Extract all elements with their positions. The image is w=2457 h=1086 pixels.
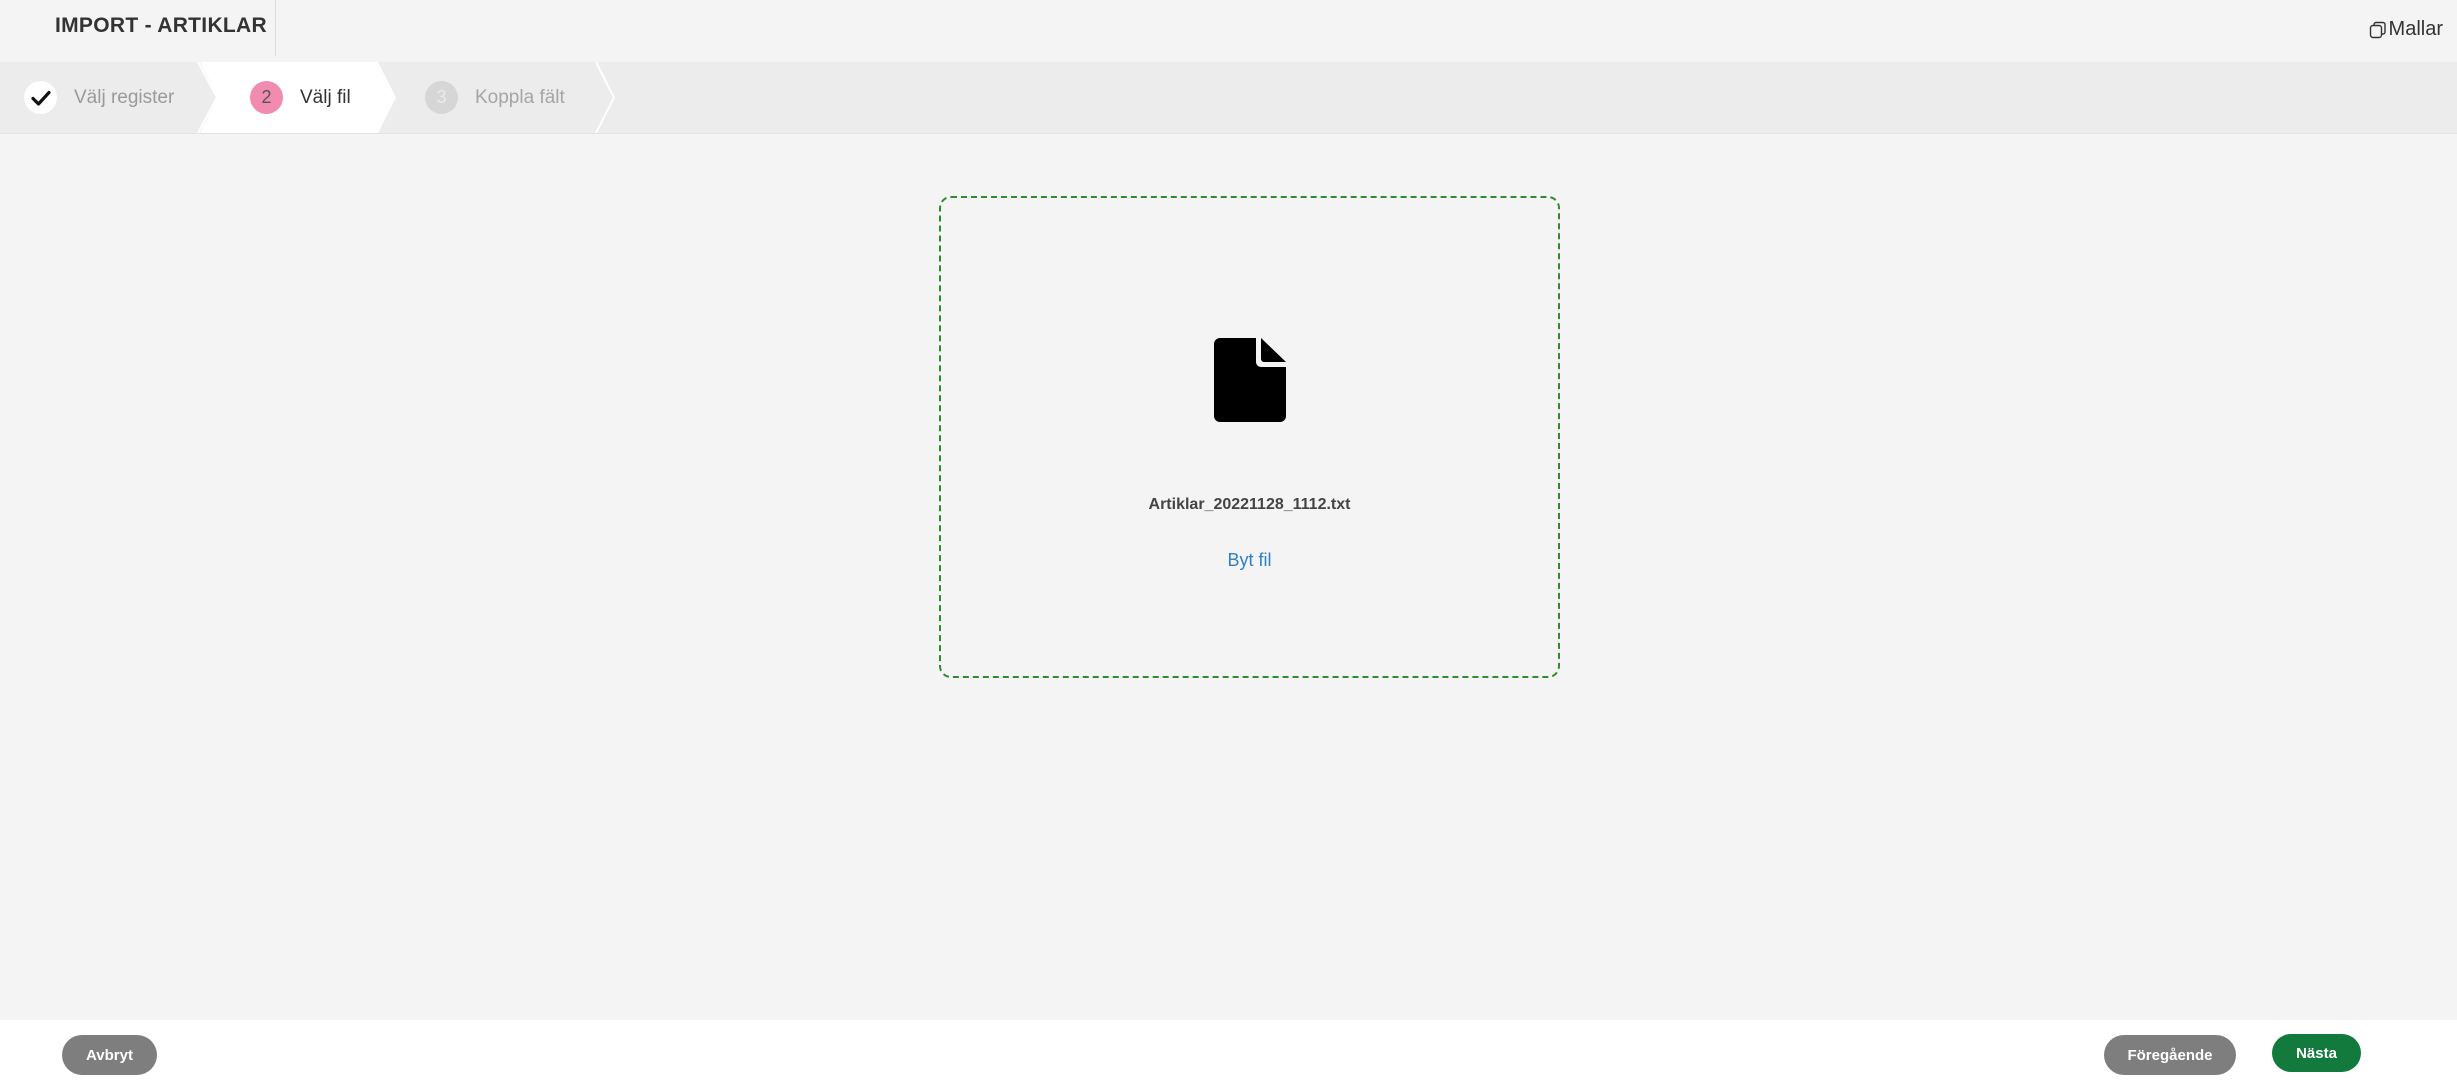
- file-dropzone[interactable]: Artiklar_20221128_1112.txt Byt fil: [939, 196, 1560, 678]
- templates-label: Mallar: [2388, 18, 2443, 40]
- templates-link[interactable]: Mallar: [2369, 18, 2443, 41]
- step-select-register[interactable]: Välj register: [24, 62, 174, 133]
- footer: Avbryt Föregående Nästa: [0, 1020, 2457, 1086]
- previous-button[interactable]: Föregående: [2104, 1035, 2236, 1075]
- next-button[interactable]: Nästa: [2272, 1034, 2361, 1072]
- copy-icon: [2369, 21, 2387, 39]
- file-icon: [1214, 338, 1286, 427]
- title-divider: [275, 0, 276, 56]
- step-number: 3: [425, 81, 458, 114]
- header: IMPORT - ARTIKLAR Mallar: [0, 0, 2457, 62]
- step-label: Välj register: [74, 86, 175, 108]
- change-file-link[interactable]: Byt fil: [941, 550, 1558, 571]
- file-name: Artiklar_20221128_1112.txt: [1148, 496, 1351, 513]
- stepper: Välj register 2 Välj fil 3 Koppla fält: [0, 62, 2457, 134]
- step-map-fields[interactable]: 3 Koppla fält: [425, 62, 565, 133]
- step-number: 2: [250, 81, 283, 114]
- step-label: Välj fil: [300, 86, 351, 108]
- cancel-button[interactable]: Avbryt: [62, 1035, 157, 1075]
- page-title: IMPORT - ARTIKLAR: [55, 14, 267, 37]
- step-label: Koppla fält: [475, 86, 565, 108]
- step-select-file[interactable]: 2 Välj fil: [250, 62, 351, 133]
- check-icon: [24, 81, 57, 114]
